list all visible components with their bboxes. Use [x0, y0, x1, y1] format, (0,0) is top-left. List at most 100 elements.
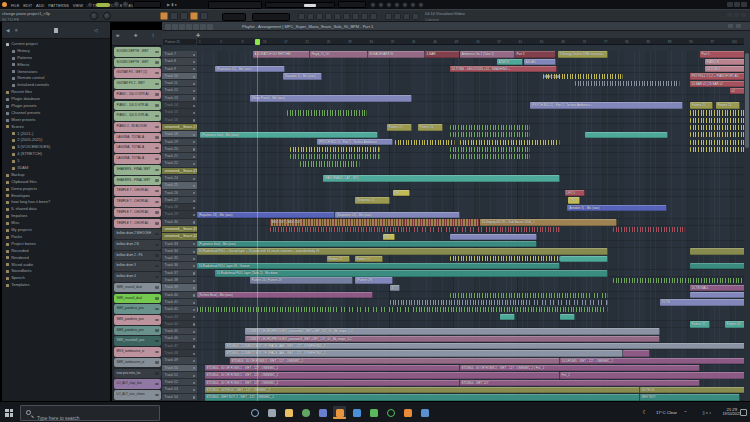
browser-item[interactable]: Recent files — [2, 89, 110, 96]
playlist-detach-button[interactable] — [728, 24, 733, 28]
track-header[interactable]: Track 37 — [162, 270, 197, 277]
extra-icon-0[interactable] — [385, 13, 392, 20]
playlist-clip[interactable]: ATMOS — [497, 59, 523, 65]
menu-view[interactable]: VIEW — [71, 0, 85, 8]
notification-icon[interactable] — [740, 409, 747, 416]
track-header[interactable]: Track 8 — [162, 58, 197, 65]
playlist-clip[interactable] — [300, 161, 360, 166]
rack-add-icon[interactable]: ✚ — [134, 33, 138, 38]
playlist-clip[interactable]: MIDI OUT | MIDI OUT — [270, 219, 480, 225]
browser-item[interactable]: Demo projects — [2, 186, 110, 193]
playlist-clip[interactable]: (Karaoke 1) - Mix (wav) — [283, 73, 322, 79]
browser-item[interactable]: Backup — [2, 172, 110, 179]
channel-button[interactable]: SOUND DEPTH - WET — [114, 58, 161, 68]
track-header[interactable]: unnamed__Snare 17 — [162, 124, 197, 131]
master-knob-1[interactable] — [113, 1, 120, 8]
track-mute-dot[interactable] — [193, 309, 195, 311]
playlist-clip[interactable]: (Mega Piano) - Mix (wav) — [250, 95, 412, 101]
playlist-clip[interactable]: LFO — [568, 197, 580, 203]
track-mute-dot[interactable] — [193, 61, 195, 63]
track-mute-dot[interactable] — [193, 156, 195, 158]
playlist-clip[interactable]: BTDM04 - WHY NOT 2 - WET - 127 - OMNIMIC… — [205, 394, 640, 400]
weather-text[interactable]: 17°C Clear — [656, 410, 677, 415]
browser-item[interactable]: Sliced audio — [2, 262, 110, 269]
track-mute-dot[interactable] — [193, 221, 195, 223]
taskbar-icon-photos[interactable] — [350, 406, 363, 419]
track-mute-dot[interactable] — [193, 229, 195, 231]
playlist-scrollbar[interactable] — [744, 51, 750, 401]
track-header[interactable]: Track 51 — [162, 372, 197, 379]
taskbar-icon-sharex[interactable] — [367, 406, 380, 419]
playlist-clip[interactable]: BTDM04 - COWBOY BOY OF SPACE JAM - WET -… — [225, 343, 744, 349]
playlist-clip[interactable] — [690, 292, 744, 298]
playlist-clip[interactable] — [390, 300, 608, 305]
playlist-clip[interactable]: GOTH 05 — [640, 387, 744, 393]
track-header[interactable]: Track 20 — [162, 146, 197, 153]
toolbar-icon-5[interactable] — [410, 2, 416, 8]
channel-button[interactable]: bellow drum 4 — [114, 272, 161, 282]
playlist-clip[interactable] — [197, 307, 608, 312]
track-mute-dot[interactable] — [193, 148, 195, 150]
track-mute-dot[interactable] — [193, 360, 195, 362]
browser-collapse-icon[interactable]: ◀ — [6, 28, 9, 33]
playlist-clip[interactable] — [450, 256, 560, 261]
bpm-display[interactable]: 125.000 — [133, 1, 161, 8]
window-switch-icon-2[interactable] — [316, 13, 323, 20]
track-header[interactable]: Track 19 — [162, 139, 197, 146]
playlist-clip[interactable] — [500, 314, 515, 320]
track-mute-dot[interactable] — [193, 316, 195, 318]
channel-button[interactable]: SMK_pandeiro_pos — [114, 304, 161, 314]
toolbar-icon-3[interactable] — [394, 2, 400, 8]
channel-button[interactable]: GUITAR FX - WET (1) — [114, 68, 161, 78]
browser-item[interactable]: Packs — [2, 234, 110, 241]
playlist-clip[interactable] — [575, 81, 680, 86]
playlist-clip[interactable]: A SCRATCH GO RHYTHM — [253, 51, 310, 57]
window-switch-icon-8[interactable] — [370, 13, 377, 20]
playlist-clip[interactable] — [450, 293, 608, 298]
browser-item[interactable]: 1 (2021-) — [2, 131, 110, 138]
track-mute-dot[interactable] — [193, 90, 195, 92]
track-mute-dot[interactable] — [193, 272, 195, 274]
master-knob-2[interactable] — [122, 1, 129, 8]
window-switch-icon-7[interactable] — [361, 13, 368, 20]
browser-item[interactable]: Patterns — [2, 55, 110, 62]
track-mute-dot[interactable] — [193, 141, 195, 143]
track-header[interactable]: Track 39 — [162, 284, 197, 291]
playlist-clip[interactable]: Pattern 26 — [716, 102, 740, 108]
channel-button[interactable]: bellow drum 2 WHOOSH — [114, 229, 161, 239]
channel-button[interactable]: new pno intro_loc — [114, 369, 161, 379]
track-header[interactable]: unnamed__Snare 32 — [162, 233, 197, 240]
track-mute-dot[interactable] — [193, 112, 195, 114]
rack-swap-icon[interactable]: ⌇ — [152, 33, 154, 38]
channel-button[interactable]: LAGUNA - TOTAL A — [114, 143, 161, 153]
playlist-clip[interactable]: Part 5 — [700, 51, 744, 57]
track-mute-dot[interactable] — [193, 185, 195, 187]
taskbar-icon-taskview[interactable] — [265, 406, 278, 419]
browser-item[interactable]: My projects — [2, 227, 110, 234]
track-header[interactable]: Track 9 — [162, 66, 197, 73]
rack-menu-icon[interactable]: ≣ — [116, 33, 120, 38]
browser-item[interactable]: 3DAM — [2, 165, 110, 172]
playlist-clip[interactable] — [395, 140, 455, 145]
playlist-clip[interactable]: 4-Energy Techno DNB essential+ — [558, 51, 608, 57]
track-mute-dot[interactable] — [193, 367, 195, 369]
playlist-clip[interactable]: 4-BAR — [425, 51, 460, 57]
track-header[interactable]: Track 21 — [162, 153, 197, 160]
track-header[interactable]: Track 18 — [162, 131, 197, 138]
browser-item[interactable]: Remote control — [2, 75, 110, 82]
window-switch-icon-1[interactable] — [307, 13, 314, 20]
close-button[interactable] — [741, 2, 747, 7]
playlist-tool-icon-5[interactable] — [200, 24, 206, 30]
browser-item[interactable]: Misc — [2, 220, 110, 227]
track-header[interactable]: Track 46 — [162, 335, 197, 342]
toolbar-icon-4[interactable] — [402, 2, 408, 8]
track-header[interactable]: Track 47 — [162, 343, 197, 350]
playlist-clip[interactable]: COWBOY CHORDPROG MIX_pianowet3_WET+DRY_1… — [245, 336, 660, 342]
playlist-add-track-icon[interactable]: ✚ — [196, 32, 200, 38]
track-mute-dot[interactable] — [193, 251, 195, 253]
playlist-clip[interactable]: (Psytrance final) - Mix (wav) — [197, 241, 537, 247]
browser-item[interactable]: Initialized controls — [2, 82, 110, 89]
playlist-picker[interactable]: Pattern 25 — [163, 39, 196, 45]
browser-item[interactable]: Soundfonts — [2, 268, 110, 275]
playlist-clip[interactable]: BTDM04 - 80 OR ROMS 2 - WET - 127 - OMNI… — [230, 358, 560, 364]
